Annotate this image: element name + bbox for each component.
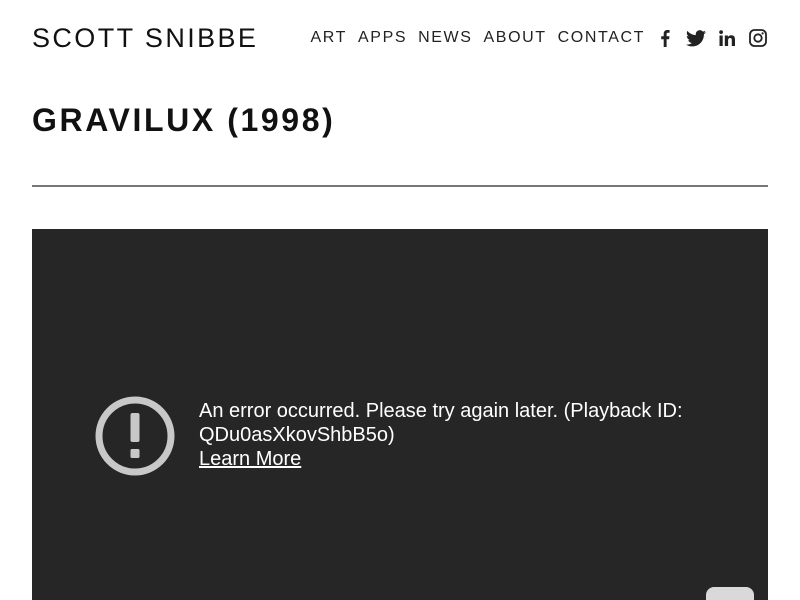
site-header: SCOTT SNIBBE ART APPS NEWS ABOUT CONTACT	[32, 18, 768, 58]
main-nav: ART APPS NEWS ABOUT CONTACT	[311, 28, 768, 48]
error-message: An error occurred. Please try again late…	[199, 400, 683, 446]
nav-item-contact[interactable]: CONTACT	[558, 29, 645, 47]
nav-item-about[interactable]: ABOUT	[484, 29, 547, 47]
social-links	[655, 28, 768, 48]
twitter-icon[interactable]	[686, 28, 706, 48]
error-icon	[95, 396, 175, 476]
youtube-play-button[interactable]	[706, 587, 754, 600]
page-title: GRAVILUX (1998)	[32, 102, 336, 138]
nav-item-news[interactable]: NEWS	[418, 29, 472, 47]
divider	[32, 185, 768, 187]
linkedin-icon[interactable]	[717, 28, 737, 48]
nav-item-apps[interactable]: APPS	[358, 29, 407, 47]
page: SCOTT SNIBBE ART APPS NEWS ABOUT CONTACT	[0, 0, 800, 600]
nav-item-art[interactable]: ART	[311, 29, 348, 47]
learn-more-link[interactable]: Learn More	[199, 447, 301, 471]
video-player[interactable]: An error occurred. Please try again late…	[32, 229, 768, 600]
instagram-icon[interactable]	[748, 28, 768, 48]
site-title-link[interactable]: SCOTT SNIBBE	[32, 23, 258, 54]
error-message-block: An error occurred. Please try again late…	[199, 399, 719, 471]
facebook-icon[interactable]	[655, 28, 675, 48]
